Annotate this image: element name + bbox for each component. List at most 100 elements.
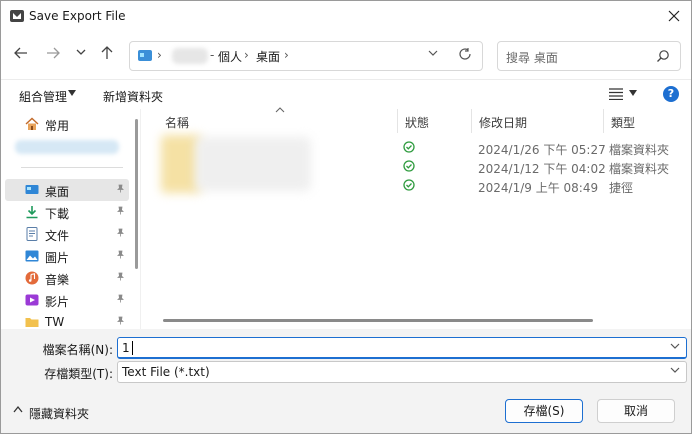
column-divider[interactable] [397, 109, 398, 133]
new-folder-button[interactable]: 新增資料夾 [103, 88, 163, 105]
breadcrumb-separator: › [284, 48, 289, 62]
filename-label: 檔案名稱(N): [42, 343, 113, 357]
hide-folders-toggle[interactable]: 隱藏資料夾 [1, 391, 101, 433]
save-dialog: Save Export File › - 個人 › 桌面 › 搜尋 桌面 組合管… [0, 0, 692, 434]
save-button[interactable]: 存檔(S) [505, 399, 583, 423]
sidebar-item-desktop[interactable]: 桌面 [5, 179, 129, 201]
table-row[interactable]: 2024/1/26 下午 05:27 檔案資料夾 [149, 138, 691, 158]
window-title: Save Export File [29, 9, 126, 23]
pin-icon[interactable] [116, 184, 125, 196]
command-bar: 組合管理 新增資料夾 ? [1, 79, 691, 109]
folder-icon [25, 318, 39, 327]
sidebar-item-label: 下載 [45, 207, 70, 221]
table-row[interactable]: 2024/1/9 上午 08:49 捷徑 [149, 176, 691, 196]
blurred-sidebar-item [15, 140, 119, 154]
sidebar-item-label: 音樂 [45, 273, 70, 287]
chevron-down-icon [428, 50, 438, 56]
breadcrumb-desktop[interactable]: 桌面 [256, 48, 280, 65]
column-divider[interactable] [603, 109, 604, 133]
sidebar-item-label: 常用 [45, 119, 70, 133]
sync-ok-icon [403, 141, 415, 153]
arrow-left-icon [14, 47, 27, 59]
up-button[interactable] [97, 45, 117, 65]
horizontal-scrollbar[interactable] [163, 319, 593, 322]
sort-ascending-icon [275, 105, 285, 116]
search-box[interactable]: 搜尋 桌面 [497, 41, 681, 71]
help-button[interactable]: ? [663, 86, 679, 102]
blurred-breadcrumb [172, 48, 208, 64]
filename-input[interactable]: 1 [117, 337, 687, 359]
download-icon [26, 206, 38, 219]
chevron-down-icon [670, 367, 680, 373]
sidebar-item-quick-access[interactable]: 常用 [5, 113, 129, 135]
column-header-date-modified[interactable]: 修改日期 [479, 114, 527, 131]
arrow-right-icon [47, 47, 60, 59]
cell-type: 檔案資料夾 [609, 162, 670, 176]
computer-icon [138, 50, 152, 61]
address-dropdown-button[interactable] [428, 48, 438, 61]
picture-icon [25, 250, 39, 262]
cell-type: 捷徑 [609, 181, 634, 195]
sync-ok-icon [403, 160, 415, 172]
column-header-name[interactable]: 名稱 [165, 114, 189, 131]
pin-icon[interactable] [116, 272, 125, 284]
column-divider[interactable] [471, 109, 472, 133]
sidebar-divider [21, 167, 123, 168]
sidebar-item-documents[interactable]: 文件 [5, 223, 129, 245]
chevron-down-icon [670, 343, 680, 349]
sync-ok-icon [403, 179, 415, 191]
view-dropdown[interactable] [629, 89, 637, 99]
close-button[interactable] [663, 5, 685, 27]
dialog-footer: 隱藏資料夾 存檔(S) 取消 [1, 391, 691, 433]
sidebar-item-tw[interactable]: TW [5, 311, 129, 333]
close-icon [668, 10, 680, 22]
recent-locations-button[interactable] [71, 45, 91, 65]
sidebar-item-label: 影片 [45, 295, 70, 309]
sidebar-item-downloads[interactable]: 下載 [5, 201, 129, 223]
list-view-icon[interactable] [609, 88, 623, 100]
sidebar-item-label: 圖片 [45, 251, 70, 265]
search-icon [657, 50, 669, 62]
home-icon [25, 117, 39, 130]
column-header-status[interactable]: 狀態 [405, 114, 429, 131]
sidebar-item-videos[interactable]: 影片 [5, 289, 129, 311]
sidebar-scrollbar[interactable] [135, 119, 138, 269]
organize-button[interactable]: 組合管理 [19, 88, 67, 105]
pin-icon[interactable] [116, 206, 125, 218]
navigation-row: › - 個人 › 桌面 › 搜尋 桌面 [1, 31, 691, 79]
forward-button[interactable] [43, 45, 63, 65]
organize-dropdown[interactable] [68, 89, 76, 99]
cell-type: 檔案資料夾 [609, 143, 670, 157]
filename-value: 1 [122, 341, 130, 355]
back-button[interactable] [11, 45, 31, 65]
pin-icon[interactable] [116, 294, 125, 306]
filename-dropdown[interactable] [670, 341, 680, 354]
search-placeholder: 搜尋 桌面 [506, 51, 558, 65]
breadcrumb-personal[interactable]: 個人 [218, 48, 242, 65]
breadcrumb-dash: - [210, 48, 215, 62]
column-header-type[interactable]: 類型 [611, 114, 635, 131]
hide-folders-label: 隱藏資料夾 [29, 407, 90, 421]
pin-icon[interactable] [116, 250, 125, 262]
pin-icon[interactable] [116, 228, 125, 240]
file-list: 名稱 狀態 修改日期 類型 2024/1/26 下午 05:27 檔案資料夾 2… [149, 107, 691, 329]
app-icon [10, 10, 24, 22]
address-bar[interactable]: › - 個人 › 桌面 › [129, 41, 483, 71]
table-row[interactable]: 2024/1/12 下午 04:02 檔案資料夾 [149, 157, 691, 177]
document-icon [26, 227, 38, 241]
caret-down-icon [629, 90, 637, 96]
arrow-up-icon [101, 46, 113, 59]
sidebar-item-music[interactable]: 音樂 [5, 267, 129, 289]
breadcrumb-separator: › [244, 48, 249, 62]
pin-icon[interactable] [116, 316, 125, 328]
refresh-button[interactable] [458, 47, 472, 65]
cancel-button[interactable]: 取消 [597, 399, 675, 423]
filetype-row: 存檔類型(T): Text File (*.txt) [1, 361, 691, 385]
sidebar-item-pictures[interactable]: 圖片 [5, 245, 129, 267]
filetype-value: Text File (*.txt) [122, 365, 210, 379]
cell-date: 2024/1/26 下午 05:27 [478, 143, 606, 157]
navigation-pane: 常用 桌面 下載 文件 圖片 音樂 影片 TW [1, 109, 141, 329]
filetype-dropdown[interactable] [670, 365, 680, 378]
filetype-select[interactable]: Text File (*.txt) [117, 361, 687, 383]
cell-date: 2024/1/12 下午 04:02 [478, 162, 606, 176]
